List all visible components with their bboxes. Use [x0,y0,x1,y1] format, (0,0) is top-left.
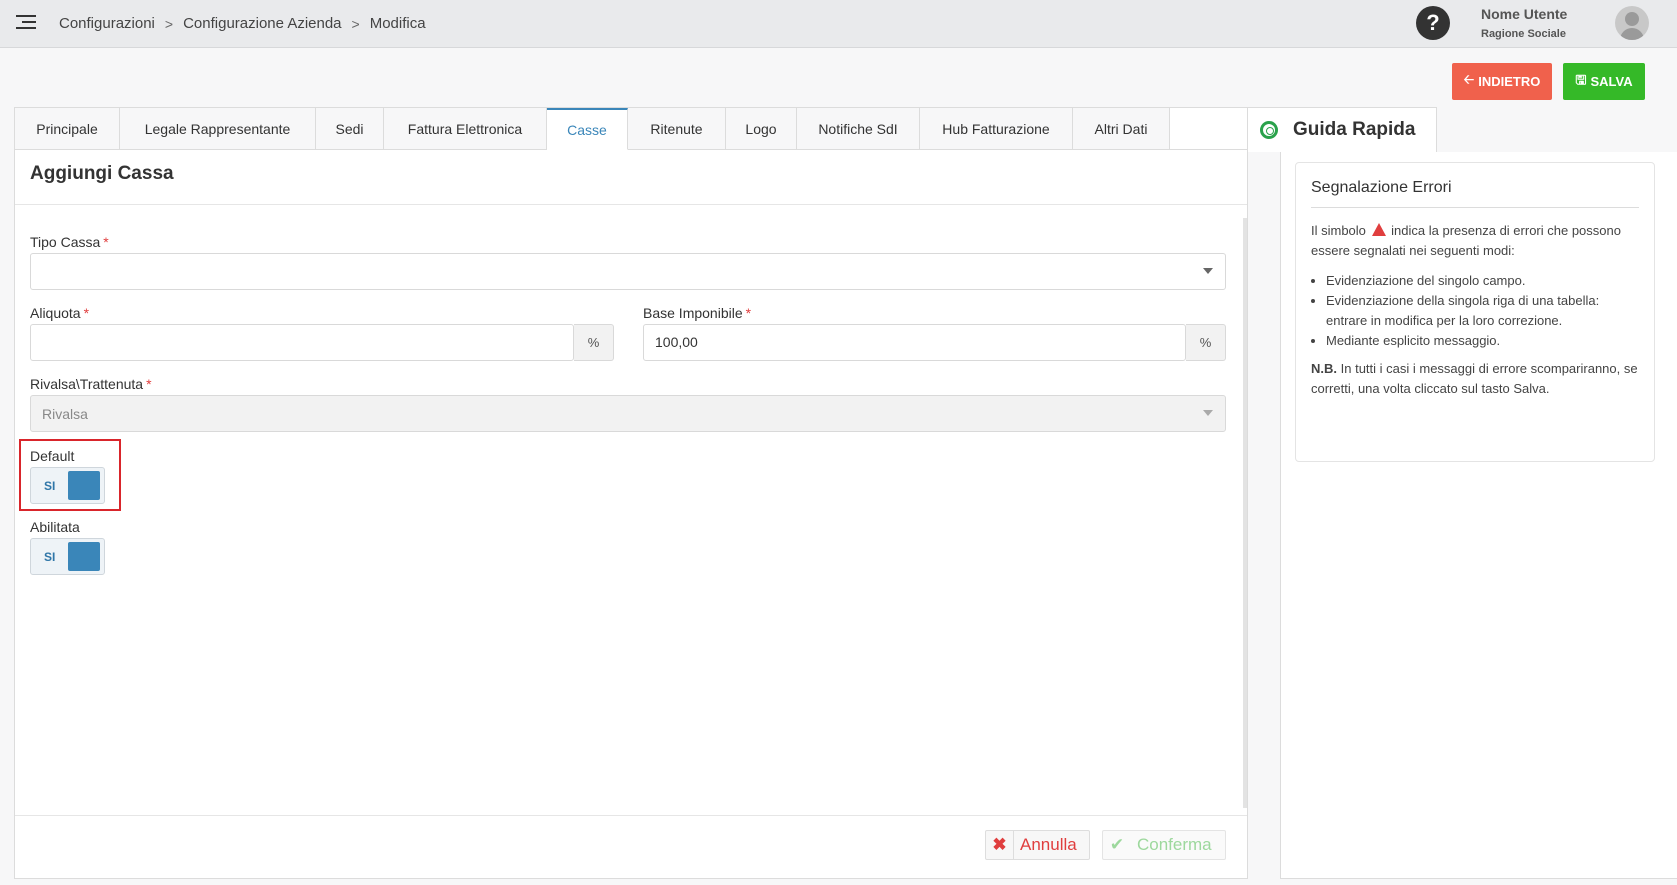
base-imponibile-label: Base Imponibile * [643,305,751,321]
tab-fattura-elettronica[interactable]: Fattura Elettronica [384,108,547,150]
aliquota-label-text: Aliquota [30,305,81,321]
cancel-button[interactable]: ✖ Annulla [985,830,1090,860]
arrow-left-icon: 🡠 [1463,71,1475,87]
list-item: Evidenziazione della singola riga di una… [1326,291,1639,331]
base-imponibile-label-text: Base Imponibile [643,305,743,321]
tab-sedi[interactable]: Sedi [316,108,384,150]
tipo-cassa-label: Tipo Cassa * [30,234,109,250]
tab-ritenute[interactable]: Ritenute [628,108,726,150]
divider [15,815,1247,816]
required-marker: * [83,305,90,321]
top-bar: Configurazioni > Configurazione Azienda … [0,0,1677,48]
back-button[interactable]: 🡠 INDIETRO [1452,63,1552,100]
rivalsa-trattenuta-label-text: Rivalsa\Trattenuta [30,376,144,392]
breadcrumb-item-configurazione-azienda[interactable]: Configurazione Azienda [183,15,341,32]
chevron-right-icon: > [164,15,174,32]
guide-tab[interactable]: Guida Rapida [1247,107,1437,152]
close-icon: ✖ [986,831,1014,859]
chevron-right-icon: > [351,15,360,32]
abilitata-label: Abilitata [30,519,80,535]
tab-casse[interactable]: Casse [547,108,628,150]
default-toggle-text: SI [44,479,56,493]
abilitata-toggle-text: SI [44,550,56,564]
card-intro-before: Il simbolo [1311,223,1366,238]
base-imponibile-percent-addon: % [1186,324,1226,361]
required-marker: * [745,305,752,321]
card-title: Segnalazione Errori [1311,179,1639,208]
confirm-button[interactable]: ✔ Conferma [1102,830,1226,860]
hamburger-menu-icon[interactable] [16,15,38,33]
caret-down-icon [1203,268,1213,274]
aliquota-percent-addon: % [574,324,614,361]
tipo-cassa-label-text: Tipo Cassa [30,234,101,250]
rivalsa-trattenuta-select[interactable]: Rivalsa [30,395,1226,432]
cancel-button-label: Annulla [1020,835,1077,854]
confirm-button-label: Conferma [1137,835,1212,854]
tab-logo[interactable]: Logo [726,108,797,150]
breadcrumb-item-configurazioni[interactable]: Configurazioni [59,15,155,32]
save-button[interactable]: 🖫 SALVA [1563,63,1645,100]
rivalsa-trattenuta-label: Rivalsa\Trattenuta * [30,376,152,392]
toggle-knob [68,471,100,500]
tab-legale-rappresentante[interactable]: Legale Rappresentante [120,108,316,150]
note-text: In tutti i casi i messaggi di errore sco… [1311,361,1638,396]
form-title: Aggiungi Cassa [30,163,174,184]
rivalsa-trattenuta-value: Rivalsa [42,406,88,422]
tab-hub-fatturazione[interactable]: Hub Fatturazione [920,108,1073,150]
tab-bar: Principale Legale Rappresentante Sedi Fa… [15,108,1170,150]
user-name: Nome Utente [1481,6,1568,22]
tab-notifiche-sdi[interactable]: Notifiche SdI [797,108,920,150]
check-icon: ✔ [1109,835,1125,854]
save-button-label: SALVA [1590,74,1633,89]
note-label: N.B. [1311,361,1337,376]
card-list: Evidenziazione del singolo campo. Eviden… [1311,271,1639,351]
base-imponibile-input[interactable]: 100,00 [643,324,1186,361]
user-company: Ragione Sociale [1481,28,1566,40]
tab-altri-dati[interactable]: Altri Dati [1073,108,1170,150]
aliquota-input[interactable] [30,324,574,361]
back-button-label: INDIETRO [1478,74,1541,89]
tipo-cassa-select[interactable] [30,253,1226,290]
tab-bar-border [1170,149,1247,150]
avatar[interactable] [1615,6,1649,40]
card-note: N.B. In tutti i casi i messaggi di error… [1311,359,1639,399]
warning-icon [1371,223,1386,236]
toggle-knob [68,542,100,571]
caret-down-icon [1203,410,1213,416]
default-toggle[interactable]: SI [30,467,105,504]
tab-principale[interactable]: Principale [15,108,120,150]
guide-title: Guida Rapida [1293,119,1416,140]
card-intro: Il simbolo indica la presenza di errori … [1311,221,1639,261]
abilitata-toggle[interactable]: SI [30,538,105,575]
floppy-disk-icon: 🖫 [1575,71,1587,87]
breadcrumb-item-modifica: Modifica [369,15,426,32]
required-marker: * [103,234,109,250]
help-icon[interactable]: ? [1416,6,1450,40]
list-item: Mediante esplicito messaggio. [1326,331,1639,351]
divider [15,204,1247,205]
lifebuoy-icon [1260,121,1278,139]
breadcrumb: Configurazioni > Configurazione Azienda … [59,15,426,32]
guide-panel: Guida Rapida Segnalazione Errori Il simb… [1247,107,1677,879]
aliquota-label: Aliquota * [30,305,89,321]
main-panel: Principale Legale Rappresentante Sedi Fa… [14,107,1248,879]
guide-card: Segnalazione Errori Il simbolo indica la… [1295,162,1655,462]
required-marker: * [146,376,152,392]
guide-body: Segnalazione Errori Il simbolo indica la… [1280,152,1677,879]
list-item: Evidenziazione del singolo campo. [1326,271,1639,291]
default-label: Default [30,448,75,464]
